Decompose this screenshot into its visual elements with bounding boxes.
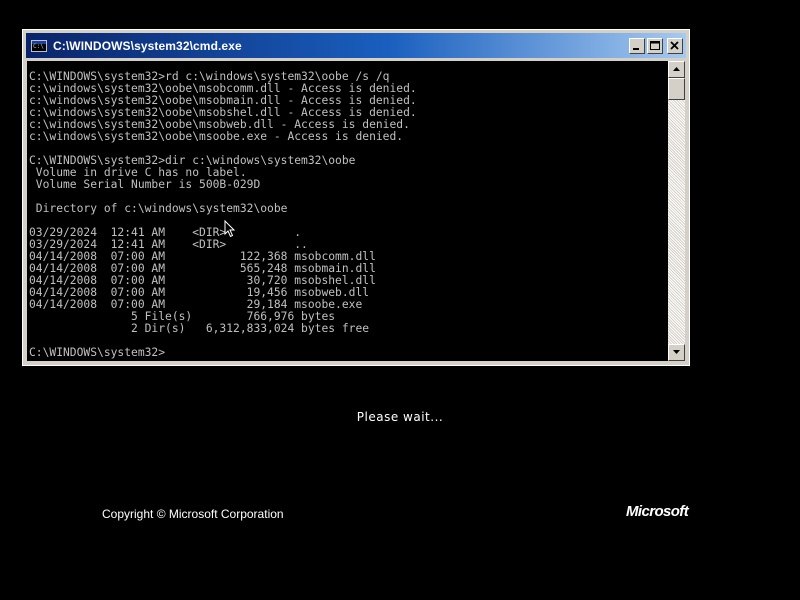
console-output[interactable]: C:\WINDOWS\system32>rd c:\windows\system… (27, 61, 668, 361)
console-line: C:\WINDOWS\system32> (29, 346, 166, 359)
title-buttons (629, 37, 683, 54)
status-text: Please wait... (356, 410, 444, 424)
window-title: C:\WINDOWS\system32\cmd.exe (53, 38, 242, 53)
minimize-button[interactable] (629, 37, 645, 54)
console-line: 2 Dir(s) 6,312,833,024 bytes free (29, 322, 370, 335)
console-line: Volume Serial Number is 500B-029D (29, 178, 261, 191)
close-button[interactable] (667, 37, 683, 54)
cmd-window[interactable]: C:\WINDOWS\system32\cmd.exe C:\WINDOWS\ (22, 29, 690, 366)
scroll-up-button[interactable] (668, 61, 685, 78)
logo-text: Microsoft (626, 503, 689, 520)
cmd-icon[interactable] (31, 39, 47, 52)
microsoft-logo: Microsoft (626, 503, 689, 520)
scroll-down-arrow-icon (673, 350, 680, 354)
console-lines: C:\WINDOWS\system32>rd c:\windows\system… (27, 61, 668, 359)
scroll-up-arrow-icon (673, 67, 680, 71)
vertical-scrollbar[interactable] (668, 61, 685, 361)
title-bar[interactable]: C:\WINDOWS\system32\cmd.exe (26, 33, 686, 58)
scrollbar-thumb[interactable] (668, 78, 685, 100)
console-line: c:\windows\system32\oobe\msoobe.exe - Ac… (29, 130, 404, 143)
copyright-text: Copyright © Microsoft Corporation (102, 507, 284, 521)
mouse-pointer-icon (224, 220, 236, 238)
maximize-button[interactable] (647, 37, 663, 54)
maximize-icon (650, 40, 660, 50)
minimize-icon (633, 47, 639, 50)
close-icon (670, 40, 679, 50)
console-line: Directory of c:\windows\system32\oobe (29, 202, 288, 215)
scroll-down-button[interactable] (668, 344, 685, 361)
